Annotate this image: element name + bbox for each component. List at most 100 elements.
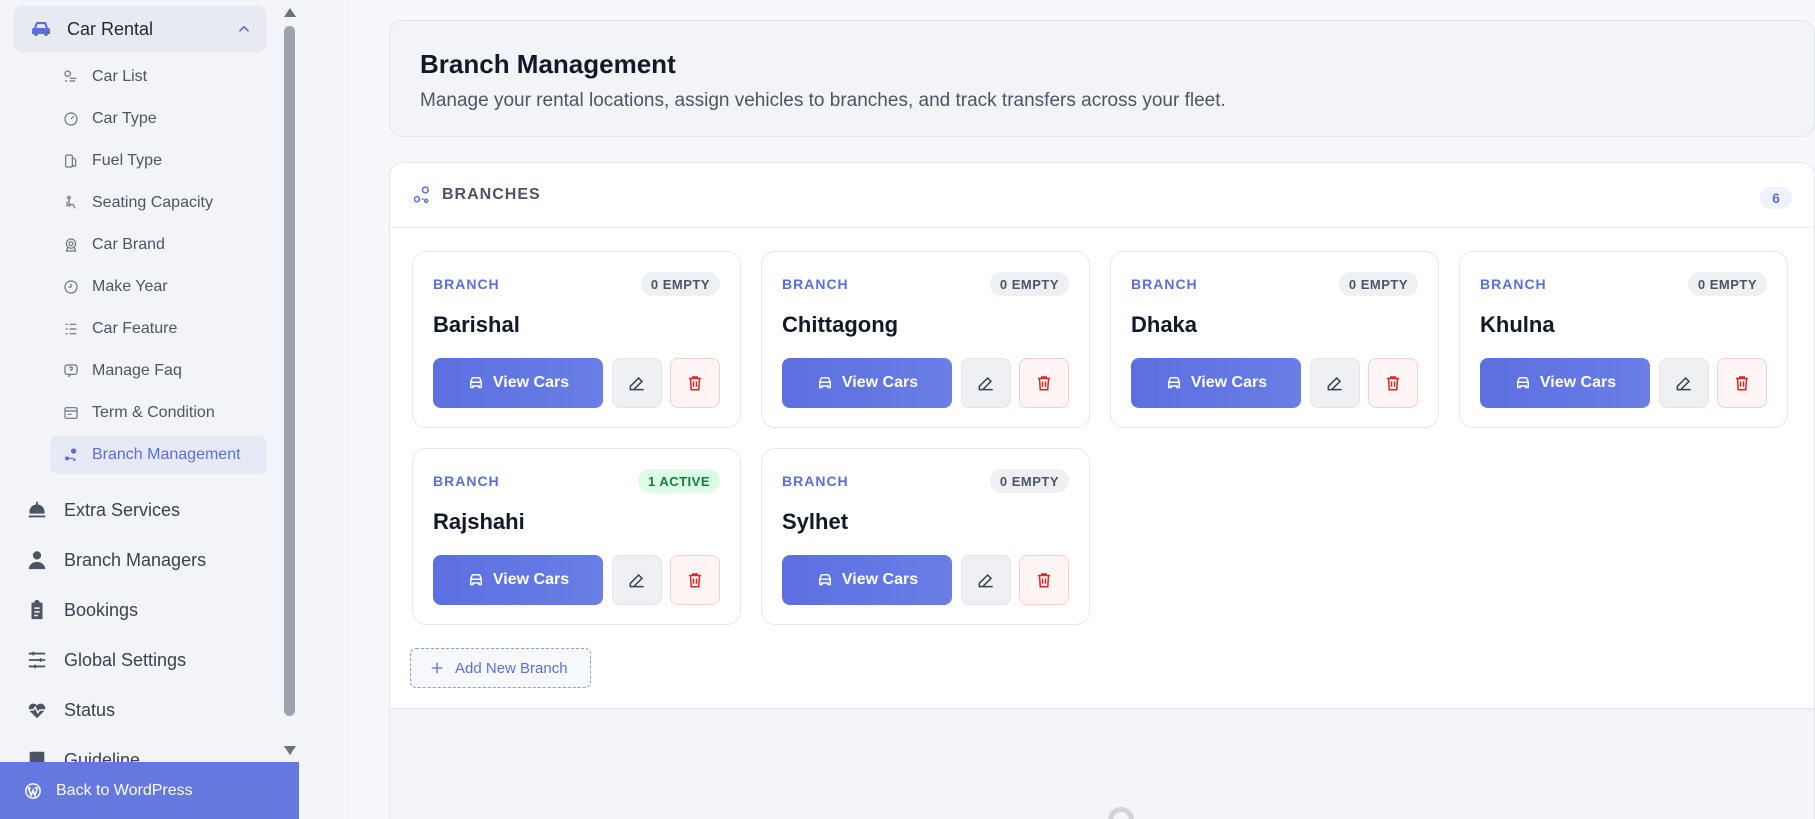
sidebar-item-branch-management[interactable]: Branch Management	[50, 436, 267, 474]
edit-icon	[976, 373, 996, 393]
sidebar-item-manage-faq[interactable]: Manage Faq	[50, 352, 267, 390]
trash-icon	[686, 571, 704, 589]
edit-branch-button[interactable]	[961, 358, 1011, 408]
view-cars-button[interactable]: View Cars	[1131, 358, 1301, 408]
sidebar-item-label: Extra Services	[64, 499, 181, 520]
sidebar-scroll-area: Car Rental Car List Car Type Fuel Type S…	[0, 0, 280, 762]
view-cars-label: View Cars	[841, 374, 919, 391]
sliders-icon	[26, 649, 48, 671]
edit-icon	[1325, 373, 1345, 393]
view-cars-button[interactable]: View Cars	[433, 358, 603, 408]
edit-branch-button[interactable]	[612, 555, 662, 605]
sidebar-item-status[interactable]: Status	[26, 685, 271, 735]
brand-icon	[63, 237, 79, 253]
sidebar-item-car-list[interactable]: Car List	[50, 58, 267, 96]
sidebar-item-car-type[interactable]: Car Type	[50, 100, 267, 138]
status-badge: 0 EMPTY	[640, 272, 720, 296]
page-title: Branch Management	[420, 49, 676, 79]
sidebar-item-label: Bookings	[64, 599, 139, 620]
status-badge: 0 EMPTY	[1338, 272, 1418, 296]
list-icon	[63, 321, 79, 337]
clock-icon	[63, 279, 79, 295]
edit-icon	[627, 373, 647, 393]
delete-branch-button[interactable]	[670, 555, 720, 605]
sidebar-item-term-condition[interactable]: Term & Condition	[50, 394, 267, 432]
sidebar-item-guideline[interactable]: Guideline	[26, 735, 271, 762]
add-new-branch-button[interactable]: Add New Branch	[410, 648, 591, 688]
edit-branch-button[interactable]	[612, 358, 662, 408]
sidebar-item-label: Branch Managers	[64, 549, 207, 570]
branch-tag: BRANCH	[1131, 276, 1198, 292]
edit-branch-button[interactable]	[961, 555, 1011, 605]
branch-tag: BRANCH	[433, 276, 500, 292]
heart-pulse-icon	[26, 699, 48, 721]
back-to-wordpress-label: Back to WordPress	[56, 781, 193, 799]
trash-icon	[1733, 374, 1751, 392]
edit-icon	[627, 570, 647, 590]
branch-card: BRANCH 0 EMPTY Chittagong View Cars	[761, 251, 1090, 428]
delete-branch-button[interactable]	[1019, 358, 1069, 408]
branch-tag: BRANCH	[782, 276, 849, 292]
branch-tag: BRANCH	[433, 473, 500, 489]
branch-name: Chittagong	[782, 312, 899, 337]
view-cars-label: View Cars	[492, 571, 570, 588]
view-cars-label: View Cars	[1539, 374, 1617, 391]
view-cars-button[interactable]: View Cars	[782, 358, 952, 408]
edit-branch-button[interactable]	[1659, 358, 1709, 408]
gauge-icon	[63, 111, 79, 127]
car-front-icon	[467, 571, 485, 589]
trash-icon	[1384, 374, 1402, 392]
wordpress-icon	[24, 782, 42, 800]
scroll-up-arrow-icon[interactable]	[284, 8, 296, 17]
branch-card: BRANCH 0 EMPTY Barishal View Cars	[412, 251, 741, 428]
sidebar-item-label: Seating Capacity	[92, 194, 213, 211]
sidebar-item-car-rental[interactable]: Car Rental	[13, 6, 267, 52]
sidebar-item-global-settings[interactable]: Global Settings	[26, 635, 271, 685]
page-header: Branch Management Manage your rental loc…	[389, 20, 1815, 137]
sidebar-item-label: Fuel Type	[92, 152, 162, 169]
back-to-wordpress-button[interactable]: Back to WordPress	[0, 762, 299, 819]
sidebar-item-car-feature[interactable]: Car Feature	[50, 310, 267, 348]
view-cars-label: View Cars	[841, 571, 919, 588]
scrollbar-thumb[interactable]	[284, 26, 295, 716]
sidebar-scrollbar[interactable]	[280, 0, 299, 762]
sidebar-item-fuel-type[interactable]: Fuel Type	[50, 142, 267, 180]
service-bell-icon	[26, 499, 48, 521]
car-front-icon	[1514, 374, 1532, 392]
sidebar-item-extra-services[interactable]: Extra Services	[26, 485, 271, 535]
content-gutter	[299, 0, 349, 819]
branches-panel-header: BRANCHES 6	[390, 163, 1814, 228]
view-cars-button[interactable]: View Cars	[782, 555, 952, 605]
sidebar-item-seating-capacity[interactable]: Seating Capacity	[50, 184, 267, 222]
sidebar-item-label: Car Feature	[92, 320, 178, 337]
delete-branch-button[interactable]	[670, 358, 720, 408]
branch-card: BRANCH 0 EMPTY Sylhet View Cars	[761, 448, 1090, 625]
car-front-icon	[816, 374, 834, 392]
delete-branch-button[interactable]	[1368, 358, 1418, 408]
sidebar-item-make-year[interactable]: Make Year	[50, 268, 267, 306]
branches-heading: BRANCHES	[442, 186, 541, 203]
delete-branch-button[interactable]	[1717, 358, 1767, 408]
edit-icon	[1674, 373, 1694, 393]
seat-icon	[63, 195, 79, 211]
car-front-icon	[1165, 374, 1183, 392]
sidebar-item-bookings[interactable]: Bookings	[26, 585, 271, 635]
delete-branch-button[interactable]	[1019, 555, 1069, 605]
edit-branch-button[interactable]	[1310, 358, 1360, 408]
car-front-icon	[467, 374, 485, 392]
branch-name: Barishal	[433, 312, 520, 337]
sidebar-submenu: Car List Car Type Fuel Type Seating Capa…	[50, 58, 267, 478]
branch-name: Khulna	[1480, 312, 1555, 337]
sidebar-item-branch-managers[interactable]: Branch Managers	[26, 535, 271, 585]
page-subtitle: Manage your rental locations, assign veh…	[420, 90, 1226, 111]
view-cars-button[interactable]: View Cars	[433, 555, 603, 605]
document-icon	[63, 405, 79, 421]
branches-panel: BRANCHES 6 BRANCH 0 EMPTY Barishal View …	[389, 162, 1815, 819]
chevron-up-icon[interactable]	[235, 20, 253, 38]
view-cars-button[interactable]: View Cars	[1480, 358, 1650, 408]
car-front-icon	[816, 571, 834, 589]
car-icon	[29, 17, 53, 41]
sidebar-item-car-brand[interactable]: Car Brand	[50, 226, 267, 264]
scroll-down-arrow-icon[interactable]	[284, 746, 296, 755]
sidebar-item-label: Car Type	[92, 110, 157, 127]
